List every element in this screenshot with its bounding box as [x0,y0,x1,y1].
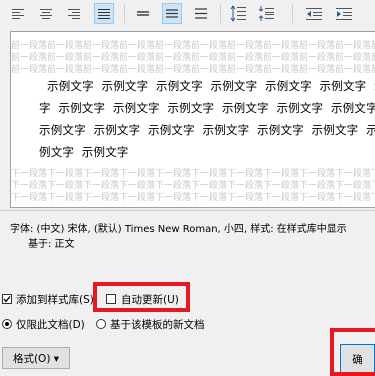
line-spacing-double-icon [195,8,207,19]
indent-increase-button[interactable] [333,3,353,24]
align-justify-icon [98,9,110,19]
line-spacing-1-5-button[interactable] [162,3,182,24]
space-decrease-icon [258,6,274,21]
line-spacing-single-icon [137,11,149,16]
paragraph-toolbar [0,0,375,28]
space-before-increase-button[interactable] [229,3,249,24]
align-left-button[interactable] [8,3,28,24]
new-docs-template-radio[interactable] [96,319,106,329]
indent-decrease-icon [306,8,322,20]
align-left-icon [12,9,24,19]
space-before-decrease-button[interactable] [257,3,277,24]
add-to-gallery-label[interactable]: 添加到样式库(S) [16,292,94,307]
only-this-doc-label[interactable]: 仅限此文档(D) [16,317,85,332]
align-justify-button[interactable] [94,3,114,24]
toolbar-separator [220,4,221,23]
sample-text-line: 字 示例文字 示例文字 示例文字 示例文字 示例文字 示例文字 示例文 [39,101,375,115]
line-spacing-single-button[interactable] [133,3,153,24]
style-based-on: 基于: 正文 [28,239,75,250]
checkmark-icon [3,296,11,303]
highlight-box [93,282,190,312]
space-increase-icon [230,5,246,22]
sample-text-line: 例文字 示例文字 [39,145,129,159]
line-spacing-1-5-icon [166,9,178,18]
sample-text-line: 示例文字 示例文字 示例文字 示例文字 示例文字 示例文字 示例文字 [39,123,375,137]
sample-text-line: 示例文字 示例文字 示例文字 示例文字 示例文字 示例文字 示例文字 [47,79,375,93]
style-description-line: 字体: (中文) 宋体, (默认) Times New Roman, 小四, 样… [10,224,347,235]
style-preview-pane: 前一段落前一段落前一段落前一段落前一段落前一段落前一段落前一段落前一段落前一段落… [10,31,375,208]
indent-decrease-button[interactable] [303,3,323,24]
previous-paragraph-text: 前一段落前一段落前一段落前一段落前一段落前一段落前一段落前一段落前一段落前一段落… [11,65,375,75]
align-center-icon [40,9,52,19]
align-right-button[interactable] [64,3,84,24]
line-spacing-double-button[interactable] [191,3,211,24]
highlight-box [330,328,375,376]
add-to-gallery-checkbox[interactable] [2,294,12,304]
indent-increase-icon [336,8,352,20]
align-center-button[interactable] [36,3,56,24]
style-description: 字体: (中文) 宋体, (默认) Times New Roman, 小四, 样… [0,210,375,281]
new-docs-template-label[interactable]: 基于该模板的新文档 [110,317,205,332]
toolbar-separator [292,4,293,23]
only-this-doc-radio[interactable] [2,319,12,329]
toolbar-separator [124,4,125,23]
align-right-icon [68,9,80,19]
next-paragraph-text: 下一段落下一段落下一段落下一段落下一段落下一段落下一段落下一段落下一段落下一段落… [11,193,375,203]
format-button[interactable]: 格式(O) ▾ [2,347,70,369]
